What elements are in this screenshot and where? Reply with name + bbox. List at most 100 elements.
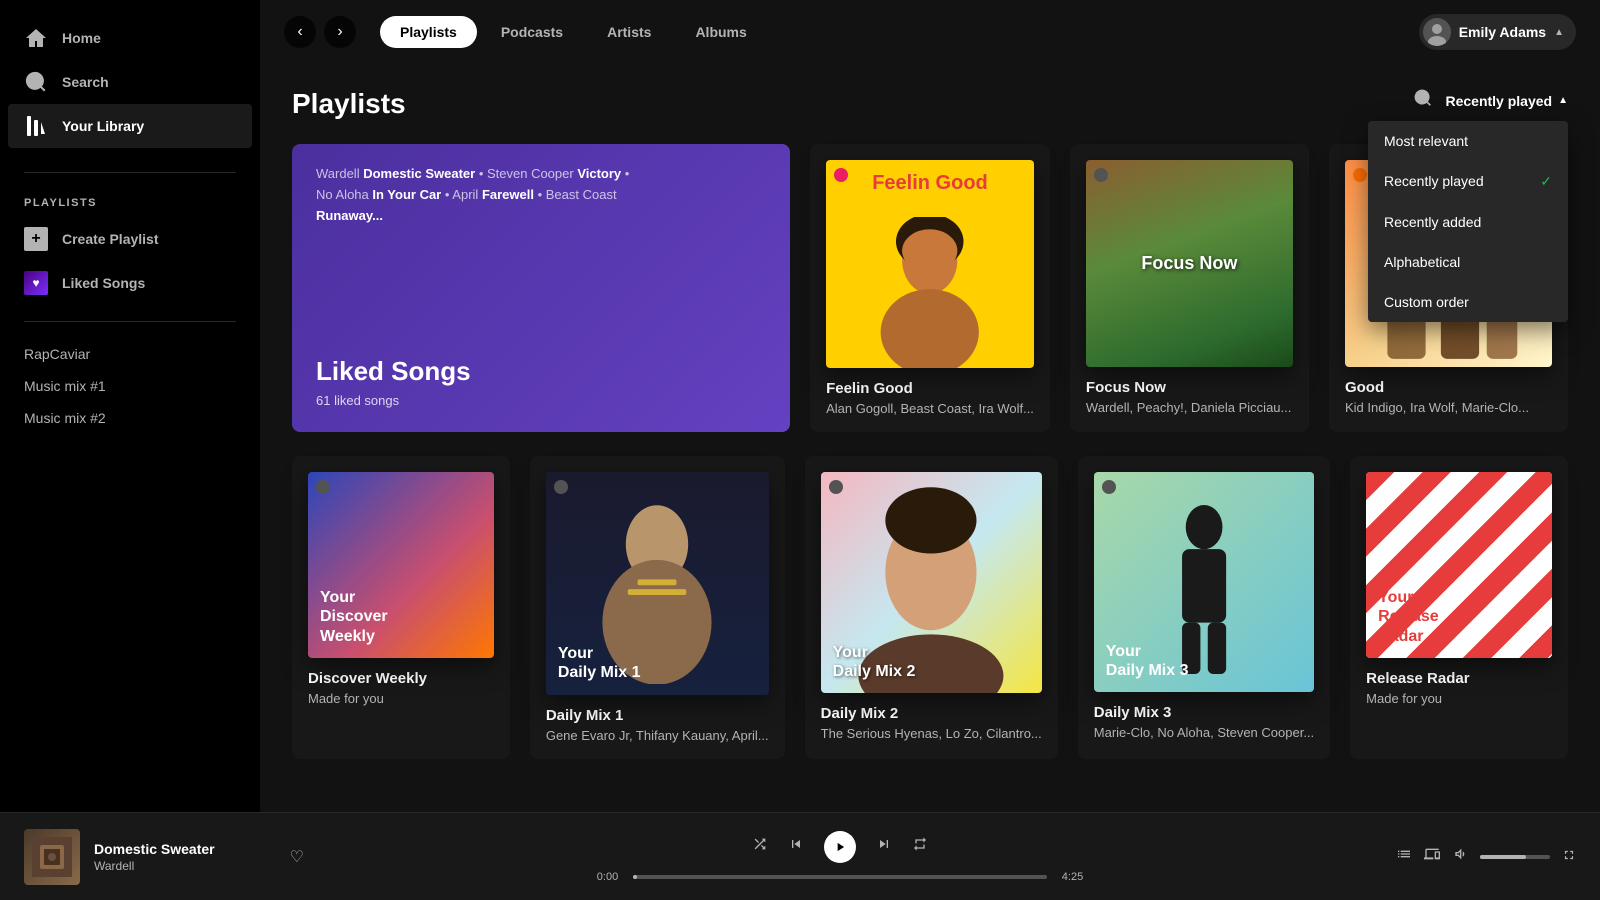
library-icon <box>24 114 48 138</box>
queue-button[interactable] <box>1396 846 1412 867</box>
liked-songs-card[interactable]: Wardell Domestic Sweater • Steven Cooper… <box>292 144 790 432</box>
daily-mix-2-name: Daily Mix 2 <box>821 705 1042 722</box>
liked-songs-sep1: • Steven Cooper <box>475 166 577 181</box>
player-thumb <box>24 829 80 885</box>
sort-option-recently-played[interactable]: Recently played ✓ <box>1368 161 1568 202</box>
daily-mix-1-desc: Gene Evaro Jr, Thifany Kauany, April... <box>546 728 769 743</box>
sidebar-item-search[interactable]: Search <box>0 60 260 104</box>
fullscreen-button[interactable] <box>1562 848 1576 865</box>
nav-buttons: ‹ › <box>284 16 356 48</box>
daily-mix-1-thumb: YourDaily Mix 1 <box>546 472 769 695</box>
player-heart-button[interactable]: ♡ <box>290 847 304 867</box>
tab-albums[interactable]: Albums <box>675 16 766 48</box>
sort-option-recently-played-label: Recently played <box>1384 173 1484 189</box>
sidebar-home-label: Home <box>62 30 101 46</box>
focus-now-overlay: Focus Now <box>1141 253 1237 274</box>
feelin-good-overlay-title: Feelin Good <box>872 172 988 194</box>
sort-option-relevant-label: Most relevant <box>1384 133 1468 149</box>
tab-playlists[interactable]: Playlists <box>380 16 477 48</box>
checkmark-icon: ✓ <box>1540 173 1552 190</box>
filter-search-button[interactable] <box>1413 88 1433 113</box>
playlist-card-focus-now[interactable]: Focus Now Focus Now Wardell, Peachy!, Da… <box>1070 144 1309 432</box>
create-playlist-label: Create Playlist <box>62 231 159 247</box>
progress-bar[interactable] <box>633 875 1047 879</box>
player-controls: 0:00 4:25 <box>320 831 1360 883</box>
sort-option-recently-added[interactable]: Recently added <box>1368 202 1568 242</box>
daily-mix-1-name: Daily Mix 1 <box>546 707 769 724</box>
dot-orange-icon <box>1353 168 1367 182</box>
liked-songs-sep3: • April <box>441 187 482 202</box>
player-text: Domestic Sweater Wardell <box>94 841 215 873</box>
focus-now-thumb: Focus Now <box>1086 160 1293 367</box>
sort-option-alphabetical[interactable]: Alphabetical <box>1368 242 1568 282</box>
tab-artists[interactable]: Artists <box>587 16 671 48</box>
sidebar-divider-1 <box>24 172 236 173</box>
create-playlist-button[interactable]: + Create Playlist <box>0 217 260 261</box>
previous-button[interactable] <box>788 836 804 857</box>
release-radar-name: Release Radar <box>1366 670 1552 687</box>
liked-songs-button[interactable]: ♥ Liked Songs <box>0 261 260 305</box>
player-right <box>1376 846 1576 867</box>
playlist-card-daily-mix-3[interactable]: YourDaily Mix 3 Daily Mix 3 Marie-Clo, N… <box>1078 456 1330 759</box>
sort-option-recently-added-label: Recently added <box>1384 214 1481 230</box>
devices-button[interactable] <box>1424 846 1440 867</box>
tab-podcasts[interactable]: Podcasts <box>481 16 583 48</box>
playlist-card-feelin-good[interactable]: Feelin Good <box>810 144 1050 432</box>
good-vibes-name: Good <box>1345 379 1552 396</box>
volume-bar[interactable] <box>1480 855 1550 859</box>
sort-button[interactable]: Recently played ▲ <box>1445 93 1568 109</box>
feelin-good-thumb: Feelin Good <box>826 160 1034 368</box>
release-radar-overlay: YourReleaseRadar <box>1378 588 1439 646</box>
forward-button[interactable]: › <box>324 16 356 48</box>
playlist-card-release-radar[interactable]: YourReleaseRadar Release Radar Made for … <box>1350 456 1568 759</box>
sort-option-relevant[interactable]: Most relevant <box>1368 121 1568 161</box>
liked-song-title4: Farewell <box>482 187 534 202</box>
discover-weekly-overlay: YourDiscoverWeekly <box>320 588 388 646</box>
shuffle-button[interactable] <box>752 836 768 857</box>
progress-total: 4:25 <box>1055 871 1090 883</box>
sort-dropdown: Recently played ▲ Most relevant Recently… <box>1445 93 1568 109</box>
plus-icon: + <box>24 227 48 251</box>
player-buttons <box>752 831 928 863</box>
repeat-button[interactable] <box>912 836 928 857</box>
liked-song-title5: Runaway... <box>316 208 383 223</box>
next-button[interactable] <box>876 836 892 857</box>
topbar: ‹ › Playlists Podcasts Artists Albums <box>260 0 1600 64</box>
page-title: Playlists <box>292 88 1568 120</box>
heart-icon: ♥ <box>24 271 48 295</box>
play-pause-button[interactable] <box>824 831 856 863</box>
player-song-name: Domestic Sweater <box>94 841 215 857</box>
release-radar-thumb: YourReleaseRadar <box>1366 472 1552 658</box>
playlists-section-label: PLAYLISTS <box>0 189 260 217</box>
sort-option-custom[interactable]: Custom order <box>1368 282 1568 322</box>
volume-fill <box>1480 855 1526 859</box>
playlist-card-discover-weekly[interactable]: YourDiscoverWeekly Discover Weekly Made … <box>292 456 510 759</box>
sidebar-playlist-rapcaviar[interactable]: RapCaviar <box>0 338 260 370</box>
user-dropdown-arrow-icon: ▲ <box>1554 27 1564 38</box>
liked-songs-count: 61 liked songs <box>316 393 766 408</box>
back-button[interactable]: ‹ <box>284 16 316 48</box>
sort-current-label: Recently played <box>1445 93 1552 109</box>
playlist-card-daily-mix-1[interactable]: YourDaily Mix 1 Daily Mix 1 Gene Evaro J… <box>530 456 785 759</box>
discover-weekly-thumb: YourDiscoverWeekly <box>308 472 494 658</box>
topbar-right: Emily Adams ▲ <box>1419 14 1576 50</box>
sort-option-alphabetical-label: Alphabetical <box>1384 254 1460 270</box>
liked-songs-sep4: • Beast Coast <box>534 187 617 202</box>
dot-gray-mix2 <box>829 480 843 494</box>
playlist-grid-row2: YourDiscoverWeekly Discover Weekly Made … <box>292 456 1568 759</box>
daily-mix-1-overlay: YourDaily Mix 1 <box>558 644 641 682</box>
sort-option-custom-label: Custom order <box>1384 294 1469 310</box>
user-menu[interactable]: Emily Adams ▲ <box>1419 14 1576 50</box>
discover-weekly-desc: Made for you <box>308 691 494 706</box>
feelin-good-desc: Alan Gogoll, Beast Coast, Ira Wolf... <box>826 401 1034 416</box>
progress-fill <box>633 875 637 879</box>
playlist-card-daily-mix-2[interactable]: YourDaily Mix 2 Daily Mix 2 The Serious … <box>805 456 1058 759</box>
sort-arrow-icon: ▲ <box>1558 95 1568 106</box>
daily-mix-3-name: Daily Mix 3 <box>1094 704 1314 721</box>
sidebar-playlist-musicmix2[interactable]: Music mix #2 <box>0 402 260 434</box>
volume-button[interactable] <box>1452 846 1468 867</box>
sidebar-item-library[interactable]: Your Library <box>8 104 252 148</box>
avatar <box>1423 18 1451 46</box>
sidebar-playlist-musicmix1[interactable]: Music mix #1 <box>0 370 260 402</box>
sidebar-item-home[interactable]: Home <box>0 16 260 60</box>
